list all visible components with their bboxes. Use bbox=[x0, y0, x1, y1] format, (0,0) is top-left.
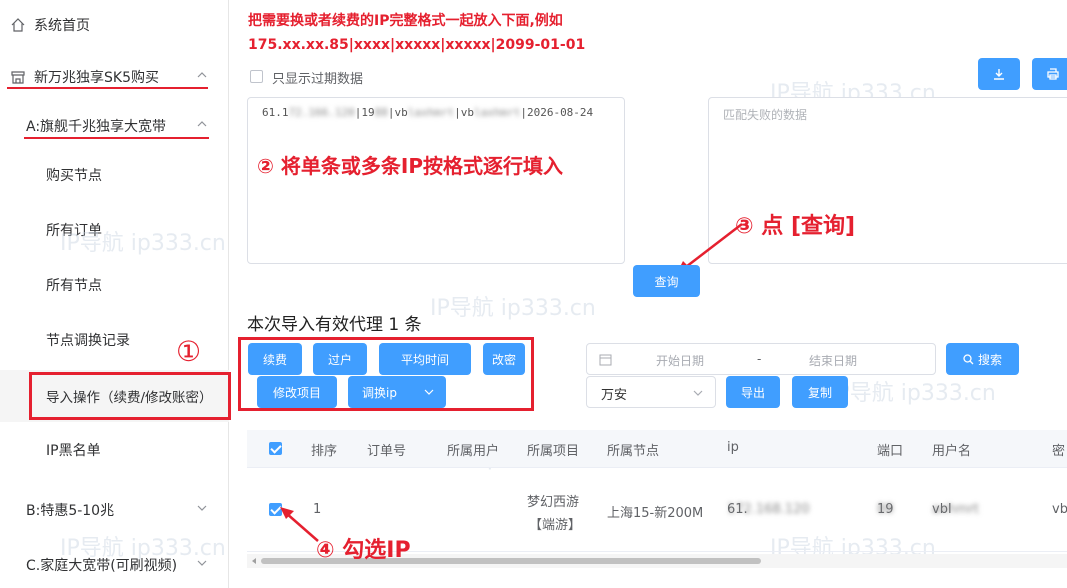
annotation-step3: ③ 点 [查询] bbox=[735, 214, 856, 239]
shop-icon bbox=[11, 71, 25, 84]
download-icon bbox=[994, 69, 1004, 80]
export-button[interactable]: 导出 bbox=[726, 376, 780, 408]
col-header-port[interactable]: 端口 bbox=[877, 440, 903, 459]
sidebar-item-special[interactable]: B:特惠5-10兆 bbox=[0, 485, 229, 535]
app-root: 系统首页 新万兆独享SK5购买 A:旗舰千兆独享大宽带 购买节点 所有订单 所有… bbox=[0, 0, 1067, 588]
region-value: 万安 bbox=[601, 388, 628, 403]
chevron-down-icon bbox=[197, 505, 207, 511]
annotation-box-import bbox=[29, 372, 231, 420]
annotation-underline bbox=[24, 137, 209, 139]
calendar-icon bbox=[599, 354, 612, 366]
fail-placeholder: 匹配失败的数据 bbox=[723, 108, 808, 122]
notice-line2: 175.xx.xx.85|xxxx|xxxxx|xxxxx|2099-01-01 bbox=[248, 37, 586, 53]
sidebar-item-blacklist[interactable]: IP黑名单 bbox=[0, 425, 229, 475]
valid-count-title: 本次导入有效代理 1 条 bbox=[247, 315, 422, 335]
sidebar-item-orders[interactable]: 所有订单 bbox=[0, 205, 229, 255]
scroll-left-icon[interactable] bbox=[250, 557, 258, 565]
sidebar-item-label: 购买节点 bbox=[46, 168, 102, 184]
chevron-down-icon bbox=[424, 389, 434, 395]
sidebar-item-label: 所有订单 bbox=[46, 223, 102, 239]
sidebar-item-buy-node[interactable]: 购买节点 bbox=[0, 150, 229, 200]
renew-button[interactable]: 续费 bbox=[248, 343, 302, 375]
chevron-down-icon bbox=[693, 390, 703, 396]
date-range-picker[interactable]: 开始日期 - 结束日期 bbox=[586, 343, 936, 375]
sidebar-item-label: 系统首页 bbox=[34, 18, 90, 34]
sidebar-item-home[interactable]: 系统首页 bbox=[0, 0, 229, 50]
cell-project-name: 梦幻西游 bbox=[527, 495, 580, 510]
print-button[interactable] bbox=[1032, 58, 1067, 90]
only-expired-checkbox[interactable] bbox=[250, 70, 263, 83]
download-button[interactable] bbox=[978, 58, 1020, 90]
print-icon bbox=[1047, 68, 1059, 80]
table-header: 排序 订单号 所属用户 所属项目 所属节点 ip 端口 用户名 密 bbox=[247, 430, 1067, 468]
transfer-button[interactable]: 过户 bbox=[313, 343, 367, 375]
chevron-down-icon bbox=[197, 560, 207, 566]
swap-ip-label: 调换ip bbox=[362, 385, 397, 400]
col-header-ip[interactable]: ip bbox=[727, 440, 739, 455]
query-button[interactable]: 查询 bbox=[633, 265, 700, 297]
only-expired-label: 只显示过期数据 bbox=[272, 72, 364, 87]
sidebar-item-label: C.家庭大宽带(可刷视频) bbox=[26, 558, 178, 574]
chevron-up-icon bbox=[197, 72, 207, 78]
search-button[interactable]: 搜索 bbox=[946, 343, 1019, 375]
sidebar-item-label: 新万兆独享SK5购买 bbox=[34, 70, 159, 86]
chevron-up-icon bbox=[197, 121, 207, 127]
annotation-step2: ② 将单条或多条IP按格式逐行填入 bbox=[257, 154, 563, 178]
watermark: IP导航 ip333.cn bbox=[830, 381, 996, 406]
date-separator: - bbox=[757, 352, 762, 366]
start-date-placeholder[interactable]: 开始日期 bbox=[656, 352, 704, 369]
select-all-checkbox[interactable] bbox=[269, 442, 282, 455]
sidebar-item-label: B:特惠5-10兆 bbox=[26, 503, 115, 519]
notice-line1: 把需要换或者续费的IP完整格式一起放入下面,例如 bbox=[248, 13, 563, 29]
search-label: 搜索 bbox=[977, 352, 1002, 367]
col-header-password[interactable]: 密 bbox=[1052, 440, 1065, 459]
avg-time-button[interactable]: 平均时间 bbox=[379, 343, 471, 375]
ip-input-textarea[interactable]: 61.172.166.120|1988|vblaxhmrt|vblaxhmrt|… bbox=[247, 97, 625, 264]
col-header-index[interactable]: 排序 bbox=[311, 440, 337, 459]
col-header-user[interactable]: 所属用户 bbox=[447, 440, 499, 459]
copy-button[interactable]: 复制 bbox=[792, 376, 848, 408]
sidebar-item-nodes[interactable]: 所有节点 bbox=[0, 260, 229, 310]
sidebar-item-flagship[interactable]: A:旗舰千兆独享大宽带 bbox=[0, 101, 229, 151]
sidebar-item-label: A:旗舰千兆独享大宽带 bbox=[26, 119, 167, 135]
region-select[interactable]: 万安 bbox=[586, 376, 716, 408]
change-password-button[interactable]: 改密 bbox=[483, 343, 525, 375]
search-icon bbox=[963, 353, 974, 364]
col-header-project[interactable]: 所属项目 bbox=[527, 440, 579, 459]
sidebar-item-sk5[interactable]: 新万兆独享SK5购买 bbox=[0, 52, 229, 102]
cell-project-type: 【端游】 bbox=[529, 518, 582, 533]
main-content: IP导航 ip333.cn IP导航 ip333.cn IP导航 ip333.c… bbox=[60, 0, 1067, 588]
sidebar-item-label: 所有节点 bbox=[46, 278, 102, 294]
end-date-placeholder[interactable]: 结束日期 bbox=[809, 352, 857, 369]
sidebar-item-label: 节点调换记录 bbox=[46, 333, 130, 349]
modify-project-button[interactable]: 修改项目 bbox=[257, 376, 337, 408]
sidebar: 系统首页 新万兆独享SK5购买 A:旗舰千兆独享大宽带 购买节点 所有订单 所有… bbox=[0, 0, 231, 588]
annotation-underline bbox=[7, 87, 208, 89]
swap-ip-dropdown[interactable]: 调换ip bbox=[348, 376, 446, 408]
watermark: IP导航 ip333.cn bbox=[430, 296, 596, 321]
annotation-step4: ④ 勾选IP bbox=[316, 538, 411, 563]
col-header-username[interactable]: 用户名 bbox=[932, 440, 971, 459]
sidebar-item-label: IP黑名单 bbox=[46, 443, 101, 459]
col-header-order[interactable]: 订单号 bbox=[367, 440, 406, 459]
cell-node: 上海15-新200M bbox=[607, 506, 704, 521]
home-icon bbox=[11, 18, 25, 32]
col-header-node[interactable]: 所属节点 bbox=[607, 440, 659, 459]
annotation-step1: ① bbox=[176, 335, 202, 368]
sidebar-item-family[interactable]: C.家庭大宽带(可刷视频) bbox=[0, 540, 229, 588]
cell-password: vb bbox=[1052, 502, 1067, 517]
input-text: 61.172.166.120|1988|vblaxhmrt|vblaxhmrt|… bbox=[262, 106, 594, 119]
